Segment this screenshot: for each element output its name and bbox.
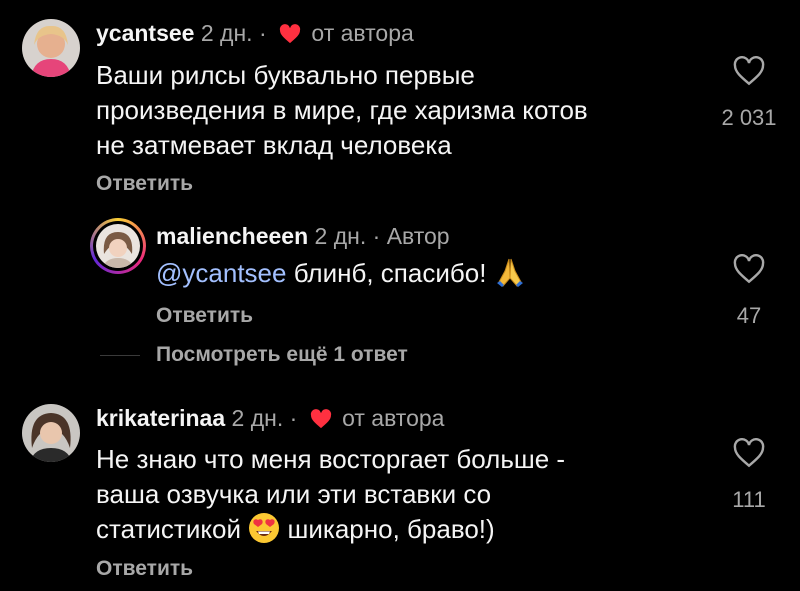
comment-text-line: статистикой шикарно, браво!) [96, 512, 565, 553]
comment-text: @ycantsee блинб, спасибо! [156, 256, 526, 297]
folded-hands-icon [494, 256, 526, 297]
username[interactable]: maliencheeen [156, 223, 308, 249]
author-tag: Автор [386, 223, 450, 249]
divider-line [100, 354, 140, 356]
liked-by-author-label: от автора [342, 405, 445, 431]
heart-filled-icon [279, 22, 301, 50]
like-count: 47 [736, 303, 762, 328]
reply-button[interactable]: Ответить [96, 172, 193, 196]
reply-button[interactable]: Ответить [96, 557, 193, 581]
comment-text-line: Не знаю что меня восторгает больше - [96, 444, 566, 474]
comment-text-fragment: статистикой [96, 514, 242, 544]
avatar[interactable] [22, 404, 80, 462]
view-more-replies-label[interactable]: Посмотреть ещё 1 ответ [156, 343, 408, 366]
username[interactable]: krikaterinaa [96, 405, 225, 431]
comment-text-fragment: шикарно, браво!) [287, 514, 495, 544]
heart-eyes-icon [248, 512, 280, 553]
comment-text-line: Ваши рилсы буквально первые [96, 60, 475, 90]
liked-by-author-label: от автора [311, 20, 414, 46]
comment-text-body: блинб, спасибо! [286, 258, 487, 288]
like-count: 2 031 [721, 105, 777, 130]
view-more-replies-button[interactable]: Посмотреть ещё 1 ответ [100, 343, 408, 367]
avatar[interactable] [22, 19, 80, 77]
comment-age: 2 дн. [200, 20, 253, 46]
comment-age: 2 дн. [314, 223, 367, 249]
heart-outline-icon[interactable] [704, 56, 794, 91]
comment-text-line: не затмевает вклад человека [96, 130, 452, 160]
like-column: 2 031 [704, 56, 794, 131]
username[interactable]: ycantsee [96, 20, 194, 46]
comment-text: Не знаю что меня восторгает больше - ваш… [96, 442, 565, 553]
separator-dot: · [289, 405, 298, 431]
heart-outline-icon[interactable] [704, 438, 794, 473]
avatar-story-ring[interactable] [90, 218, 146, 274]
reply-button[interactable]: Ответить [156, 304, 253, 328]
mention-link[interactable]: @ycantsee [156, 258, 286, 288]
comment-text-line: ваша озвучка или эти вставки со [96, 479, 492, 509]
comment-text: Ваши рилсы буквально первые произведения… [96, 58, 588, 163]
comment-text-line: произведения в мире, где харизма котов [96, 95, 588, 125]
like-column: 47 [704, 254, 794, 329]
like-count: 111 [732, 487, 766, 512]
separator-dot: · [258, 20, 267, 46]
comment-age: 2 дн. [231, 405, 284, 431]
like-column: 111 [704, 438, 794, 513]
heart-filled-icon [310, 407, 332, 435]
separator-dot: · [372, 223, 381, 249]
heart-outline-icon[interactable] [704, 254, 794, 289]
